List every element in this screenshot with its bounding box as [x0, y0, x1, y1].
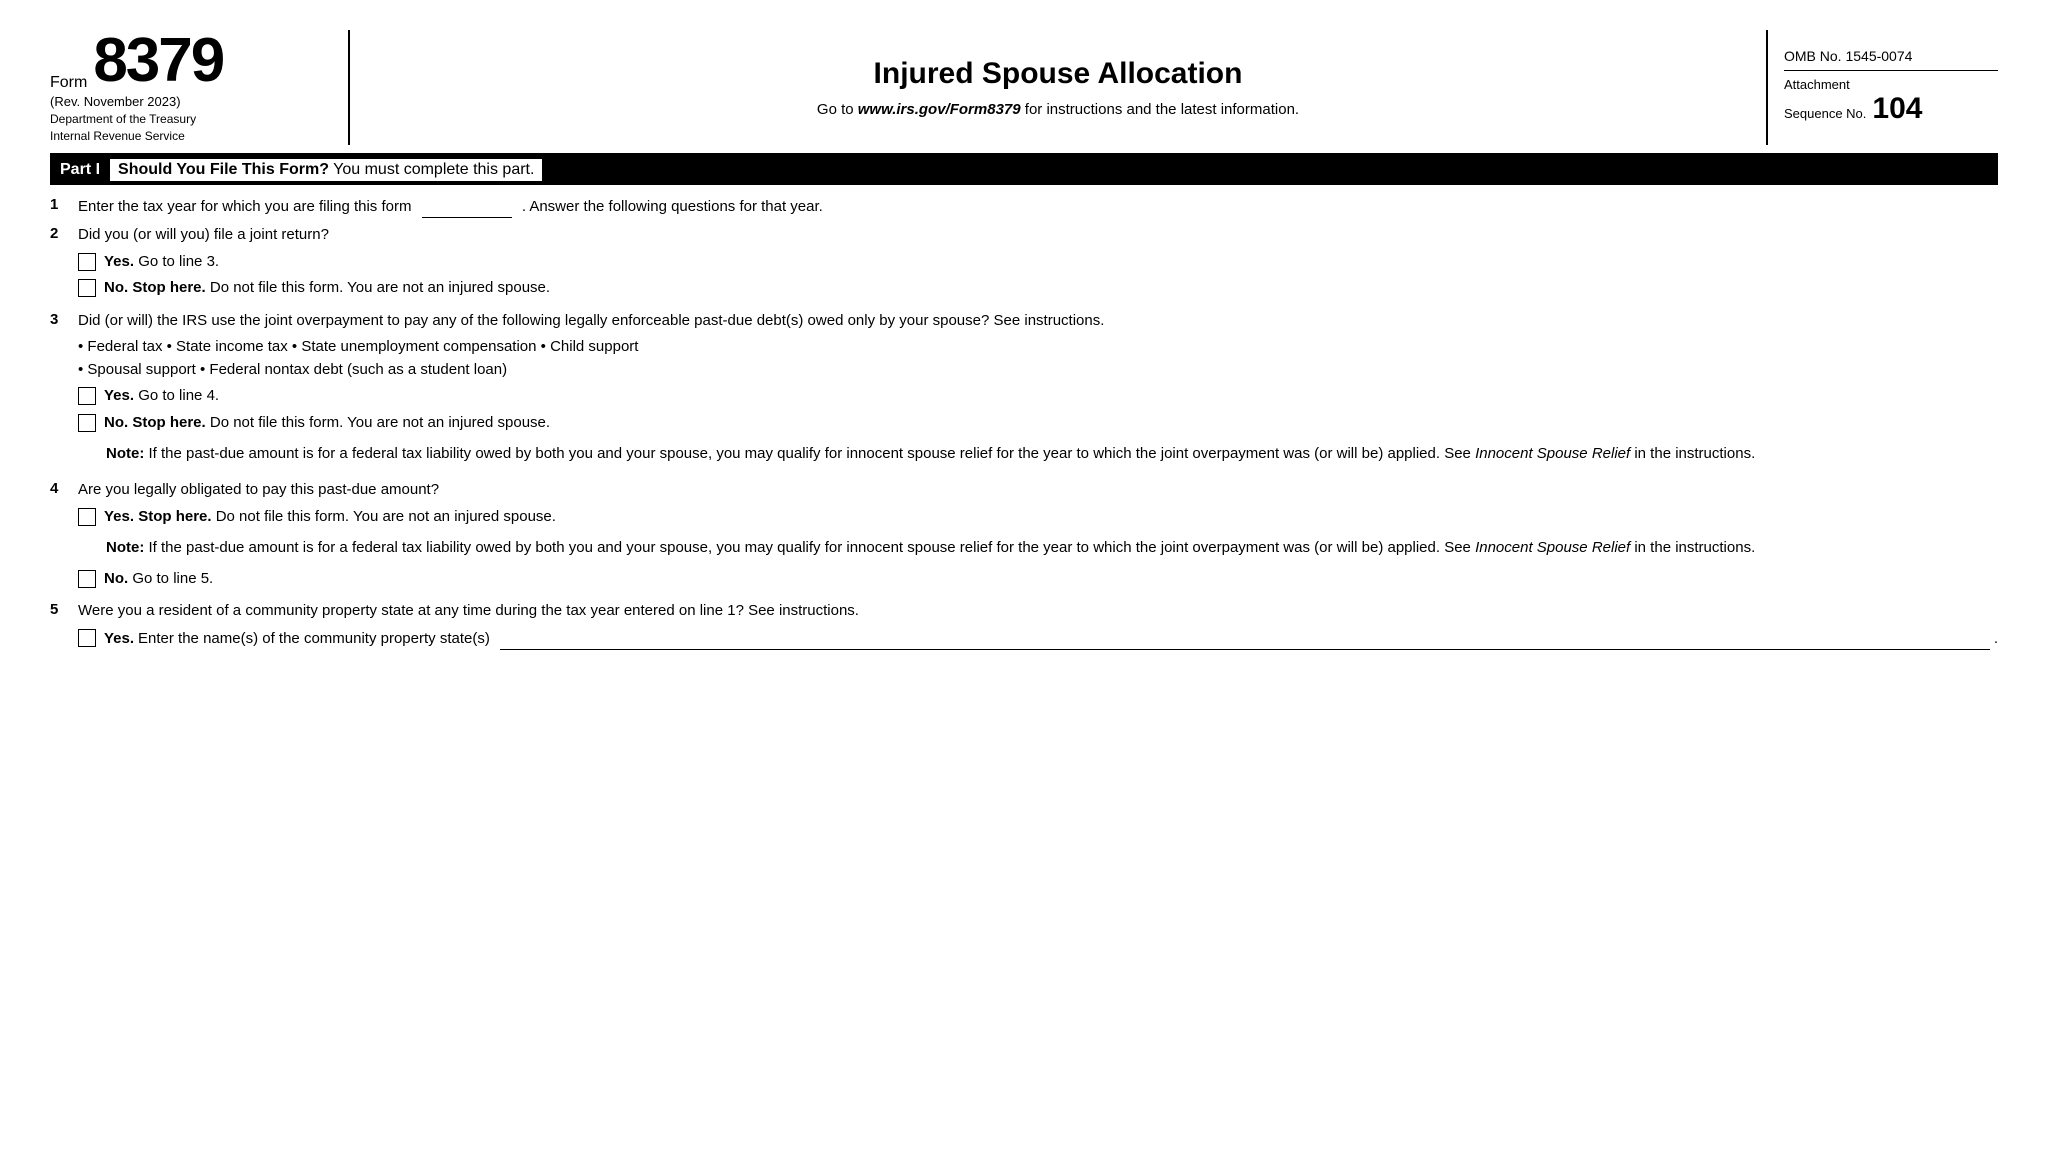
- line3-bullets1: • Federal tax • State income tax • State…: [78, 336, 1998, 381]
- form-rev: (Rev. November 2023): [50, 94, 332, 109]
- line3-no-label: No. Stop here. Do not file this form. Yo…: [104, 412, 550, 435]
- line3-no-row: No. Stop here. Do not file this form. Yo…: [78, 412, 1998, 435]
- line1-item: 1 Enter the tax year for which you are f…: [50, 195, 1998, 219]
- line5-content: Were you a resident of a community prope…: [78, 600, 1998, 654]
- line2-item: 2 Did you (or will you) file a joint ret…: [50, 224, 1998, 304]
- line4-note: Note: If the past-due amount is for a fe…: [106, 536, 1998, 559]
- form-body: 1 Enter the tax year for which you are f…: [50, 185, 1998, 655]
- line4-yes-checkbox[interactable]: [78, 508, 96, 526]
- line3-item: 3 Did (or will) the IRS use the joint ov…: [50, 310, 1998, 474]
- attachment-label: Attachment: [1784, 77, 1998, 92]
- line1-content: Enter the tax year for which you are fil…: [78, 195, 1998, 219]
- part1-title-normal: You must complete this part.: [329, 161, 534, 178]
- line2-num: 2: [50, 225, 72, 242]
- line4-yes-label: Yes. Stop here. Do not file this form. Y…: [104, 506, 556, 529]
- line5-yes-checkbox[interactable]: [78, 629, 96, 647]
- sequence-row: Sequence No. 104: [1784, 92, 1998, 126]
- form-number-row: Form 8379: [50, 30, 332, 92]
- header-right: OMB No. 1545-0074 Attachment Sequence No…: [1768, 30, 1998, 145]
- line2-no-row: No. Stop here. Do not file this form. Yo…: [78, 277, 1998, 300]
- form-dept: Department of the Treasury Internal Reve…: [50, 111, 332, 145]
- line3-text: Did (or will) the IRS use the joint over…: [78, 310, 1998, 333]
- irs-link: Go to www.irs.gov/Form8379 for instructi…: [817, 101, 1299, 118]
- form-number: 8379: [93, 30, 223, 92]
- line2-yes-label: Yes. Go to line 3.: [104, 251, 219, 274]
- line4-no-checkbox[interactable]: [78, 570, 96, 588]
- form-label: Form: [50, 74, 87, 92]
- line5-text: Were you a resident of a community prope…: [78, 600, 1998, 623]
- tax-year-input[interactable]: [422, 195, 512, 219]
- line4-text: Are you legally obligated to pay this pa…: [78, 479, 1998, 502]
- line2-no-checkbox[interactable]: [78, 279, 96, 297]
- line3-num: 3: [50, 311, 72, 328]
- header-left: Form 8379 (Rev. November 2023) Departmen…: [50, 30, 350, 145]
- line5-yes-label: Yes. Enter the name(s) of the community …: [104, 627, 1998, 651]
- form-page: Form 8379 (Rev. November 2023) Departmen…: [0, 0, 2048, 1152]
- line3-yes-label: Yes. Go to line 4.: [104, 385, 219, 408]
- line3-yes-row: Yes. Go to line 4.: [78, 385, 1998, 408]
- line4-no-label: No. Go to line 5.: [104, 568, 213, 591]
- part1-bar: Part I Should You File This Form? You mu…: [50, 155, 1998, 185]
- line3-no-checkbox[interactable]: [78, 414, 96, 432]
- line4-item: 4 Are you legally obligated to pay this …: [50, 479, 1998, 594]
- line2-text: Did you (or will you) file a joint retur…: [78, 224, 1998, 247]
- line5-yes-row: Yes. Enter the name(s) of the community …: [78, 627, 1998, 651]
- line3-content: Did (or will) the IRS use the joint over…: [78, 310, 1998, 474]
- main-title: Injured Spouse Allocation: [874, 57, 1243, 91]
- part1-title: Should You File This Form? You must comp…: [110, 159, 542, 181]
- line1-num: 1: [50, 196, 72, 213]
- line5-item: 5 Were you a resident of a community pro…: [50, 600, 1998, 654]
- line2-yes-row: Yes. Go to line 3.: [78, 251, 1998, 274]
- line4-yes-row: Yes. Stop here. Do not file this form. Y…: [78, 506, 1998, 529]
- line5-num: 5: [50, 601, 72, 618]
- header-center: Injured Spouse Allocation Go to www.irs.…: [350, 30, 1768, 145]
- line3-yes-checkbox[interactable]: [78, 387, 96, 405]
- line4-content: Are you legally obligated to pay this pa…: [78, 479, 1998, 594]
- sequence-num: 104: [1872, 92, 1922, 126]
- line2-no-label: No. Stop here. Do not file this form. Yo…: [104, 277, 550, 300]
- line4-no-row: No. Go to line 5.: [78, 568, 1998, 591]
- line3-note: Note: If the past-due amount is for a fe…: [106, 442, 1998, 465]
- form-header: Form 8379 (Rev. November 2023) Departmen…: [50, 30, 1998, 155]
- line2-content: Did you (or will you) file a joint retur…: [78, 224, 1998, 304]
- omb-number: OMB No. 1545-0074: [1784, 48, 1998, 71]
- line4-num: 4: [50, 480, 72, 497]
- line2-yes-checkbox[interactable]: [78, 253, 96, 271]
- community-property-input[interactable]: [500, 627, 1990, 651]
- part1-label: Part I: [60, 161, 100, 179]
- part1-title-bold: Should You File This Form?: [118, 161, 329, 178]
